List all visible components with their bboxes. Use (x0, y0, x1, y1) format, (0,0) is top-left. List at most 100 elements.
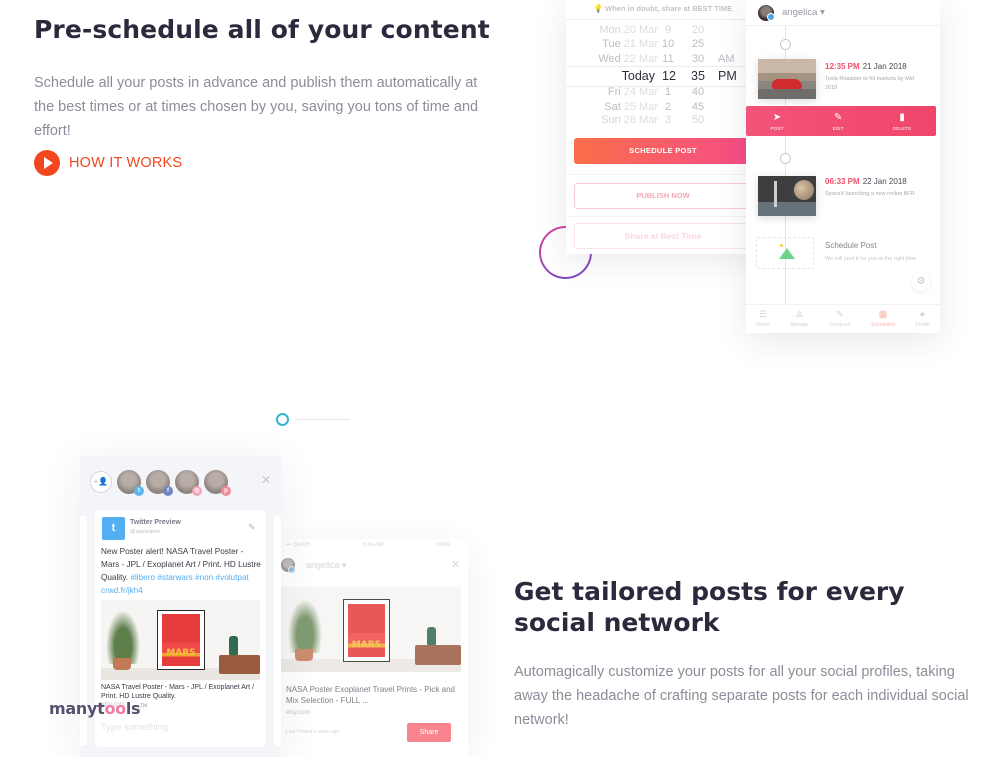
delete-action-button[interactable]: ▮ DELETE (893, 112, 912, 131)
tab-compose[interactable]: ✎ Compose (829, 305, 850, 333)
home-icon: ☰ (758, 309, 768, 319)
tweet-text[interactable]: New Poster alert! NASA Travel Poster - M… (101, 545, 263, 597)
gear-icon[interactable]: ⚙ (912, 273, 930, 291)
wheel-row[interactable]: Wed 22 Mar 11 30 AM (566, 53, 760, 68)
manage-icon: ⟁ (795, 309, 804, 319)
wheel-minute: 40 (691, 86, 705, 98)
link-preview-domain: etsy.com (286, 710, 310, 716)
link-preview-title[interactable]: NASA Poster Exoplanet Travel Prints - Pi… (286, 684, 461, 706)
post-description: Tesla Roadster to hit markets by Mid 201… (825, 76, 914, 91)
section-title-tailored: Get tailored posts for every social netw… (514, 577, 905, 637)
compose-text-input[interactable] (101, 722, 251, 733)
how-it-works-label: HOW IT WORKS (69, 155, 183, 171)
divider (566, 174, 760, 175)
wheel-minute: 45 (691, 101, 705, 113)
lightbulb-icon: 💡 (593, 4, 604, 13)
last-posted-label: Last Posted a week ago (286, 729, 340, 735)
wheel-row[interactable]: Mon 20 Mar 9 20 (566, 24, 760, 39)
wheel-minute: 35 (691, 69, 705, 83)
timeline-node (780, 39, 791, 50)
schedule-slot[interactable] (756, 237, 814, 269)
wheel-day: Today (621, 69, 655, 83)
profile-avatar-twitter[interactable]: t (117, 470, 144, 496)
post-time: 06:33 PM 22 Jan 2018 (825, 177, 907, 186)
wheel-row[interactable]: Sun 26 Mar 3 50 (566, 114, 760, 129)
publish-now-button[interactable]: PUBLISH NOW (574, 183, 752, 209)
twitter-badge-icon (288, 566, 296, 574)
twitter-badge-icon (767, 13, 775, 21)
twitter-icon: t (102, 517, 125, 540)
share-button[interactable]: Share (407, 723, 451, 742)
profile-icon: ● (919, 309, 926, 319)
wheel-minute: 20 (691, 24, 705, 36)
manytools-watermark: manytoolsTM (49, 699, 148, 718)
post-actions-bar: ➤ POST ✎ EDIT ▮ DELETE (746, 106, 936, 136)
divider (566, 216, 760, 217)
phone-preview-card: ••• Sketch 9:41 AM 100% angelica ▾ ✕ MAR… (281, 539, 468, 757)
timeline-header: angelica ▾ (746, 0, 940, 26)
date-time-wheel[interactable]: Mon 20 Mar 9 20 Tue 21 Mar 10 25 Wed 22 Mar 11 30 AM… (566, 24, 760, 126)
wheel-hour: 10 (662, 38, 675, 50)
pencil-icon[interactable]: ✎ (248, 522, 256, 533)
wheel-ampm: AM (718, 53, 735, 65)
wheel-row[interactable]: Fri 24 Mar 1 40 (566, 86, 760, 101)
account-switcher[interactable]: angelica ▾ (306, 560, 347, 571)
wheel-day: Mon 20 Mar (599, 24, 658, 36)
post-description: SpaceX launching a new rocket BFR (825, 191, 915, 197)
next-preview-card[interactable] (274, 516, 281, 746)
tab-profile[interactable]: ● Profile (915, 305, 929, 333)
post-thumbnail-rocket[interactable] (758, 176, 816, 216)
add-user-icon: +👤 (93, 477, 109, 486)
twitter-icon: t (134, 486, 144, 496)
share-best-time-button[interactable]: Share at Best Time (574, 223, 752, 249)
trash-icon: ▮ (899, 111, 905, 123)
wheel-hour: 12 (662, 69, 676, 83)
tweet-hashtags[interactable]: #libero #starwars #non #volutpat (130, 573, 248, 582)
add-profile-button[interactable]: +👤 (90, 471, 112, 493)
wheel-minute: 30 (691, 53, 705, 65)
link-preview-image: MARS (281, 587, 461, 672)
timeline-node (780, 153, 791, 164)
preview-username: @username (130, 529, 161, 535)
step-indicator-ring (276, 413, 289, 426)
sun-dot (780, 244, 783, 247)
wheel-ampm: PM (718, 69, 737, 83)
tab-home[interactable]: ☰ Home (756, 305, 769, 333)
close-icon[interactable]: ✕ (261, 473, 271, 487)
calendar-icon: ▦ (878, 309, 888, 319)
facebook-icon: f (163, 486, 173, 496)
preview-title: Twitter Preview (130, 519, 181, 526)
wheel-hour: 11 (662, 53, 674, 65)
link-preview-image: MARS (101, 600, 260, 680)
tab-scheduled[interactable]: ▦ Scheduled (871, 305, 895, 333)
profile-avatar-pinterest[interactable]: p (204, 470, 231, 496)
wheel-hour: 1 (664, 86, 672, 98)
post-action-button[interactable]: ➤ POST (771, 112, 784, 131)
section-title-schedule: Pre-schedule all of your content (34, 15, 490, 44)
schedule-slot-title: Schedule Post (825, 241, 877, 250)
wheel-day: Tue 21 Mar (602, 38, 658, 50)
pinterest-icon: p (221, 486, 231, 496)
schedule-post-button[interactable]: SCHEDULE POST (574, 138, 752, 164)
date-picker-card: 💡 When in doubt, share at BEST TIME Mon 20… (566, 0, 760, 254)
profile-avatar-instagram[interactable]: ◎ (175, 470, 202, 496)
phone-status-bar: ••• Sketch 9:41 AM 100% (286, 542, 451, 548)
wheel-row[interactable]: Tue 21 Mar 10 25 (566, 38, 760, 53)
tab-manage[interactable]: ⟁ Manage (790, 305, 808, 333)
wheel-row-selected[interactable]: Today 12 35 PM (566, 69, 760, 84)
close-icon[interactable]: ✕ (451, 558, 460, 571)
edit-action-button[interactable]: ✎ EDIT (833, 112, 844, 131)
how-it-works-link[interactable]: HOW IT WORKS (34, 150, 182, 176)
step-indicator-line (297, 419, 350, 420)
post-time: 12:35 PM 21 Jan 2018 (825, 62, 907, 71)
timeline-card: angelica ▾ 12:35 PM 21 Jan 2018 Tesla Roa… (746, 0, 940, 333)
instagram-icon: ◎ (192, 486, 202, 496)
tweet-short-link[interactable]: crwd.fr/jkh4 (101, 586, 143, 595)
plant (103, 604, 143, 664)
pencil-icon: ✎ (833, 111, 843, 123)
account-switcher[interactable]: angelica ▾ (782, 7, 825, 18)
wheel-hour: 9 (664, 24, 672, 36)
profile-avatar-facebook[interactable]: f (146, 470, 173, 496)
post-thumbnail-car[interactable] (758, 59, 816, 99)
bottom-tab-bar: ☰ Home ⟁ Manage ✎ Compose ▦ Scheduled ● Profi… (746, 304, 940, 333)
